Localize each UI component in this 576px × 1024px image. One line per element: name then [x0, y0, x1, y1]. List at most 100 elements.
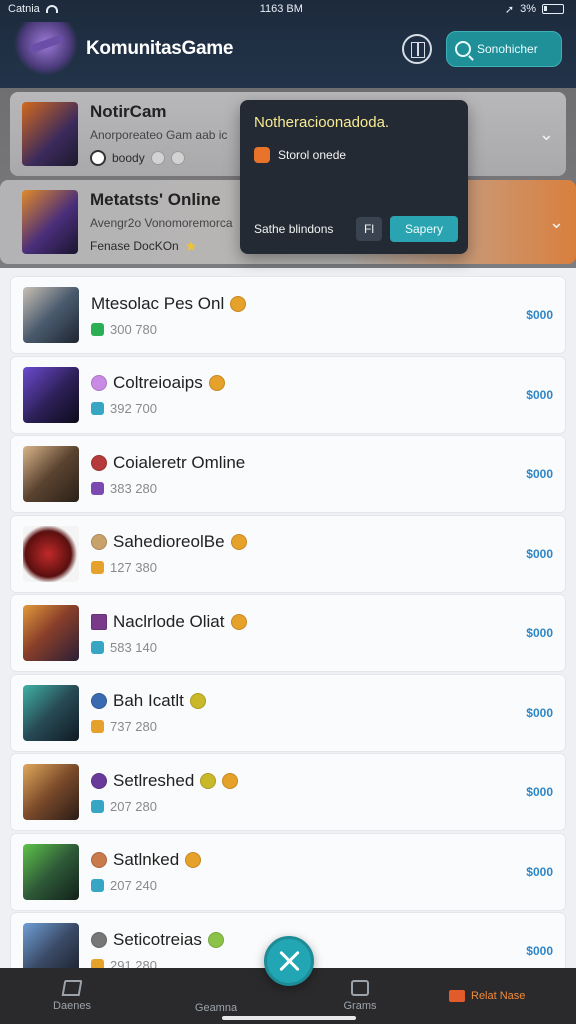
coin-badge-icon [189, 693, 206, 709]
coin-badge-icon [230, 613, 247, 630]
chevron-down-icon[interactable]: ⌄ [539, 124, 554, 145]
players-icon [91, 322, 104, 336]
list-item[interactable]: Setlreshed 207 280 $000 [10, 753, 566, 831]
players-icon [91, 879, 104, 892]
genre-icon [91, 772, 107, 789]
game-thumbnail [23, 605, 79, 661]
search-button-label: Sonohicher [477, 42, 538, 56]
gear-icon [150, 151, 165, 165]
price-label[interactable]: $000 [526, 785, 553, 799]
coin-badge-icon [230, 534, 247, 550]
genre-icon [91, 613, 107, 630]
gear-icon [170, 151, 185, 165]
popover-action-button[interactable]: Sapery [390, 216, 458, 242]
status-bar: Catnia 1163 BM ➚ 3% [0, 0, 576, 18]
game-name: SahedioreolBe [113, 532, 225, 551]
game-name: Coltreioaips [113, 373, 203, 392]
game-name: Satlnked [113, 850, 180, 869]
price-label[interactable]: $000 [526, 467, 553, 481]
game-list: Mtesolac Pes Onl 300 780 $000 Coltreioai… [10, 276, 566, 992]
list-item[interactable]: Satlnked 207 240 $000 [10, 832, 566, 911]
players-icon [91, 720, 104, 733]
game-stats: 127 380 [110, 560, 157, 575]
battery-icon [541, 4, 564, 14]
game-thumbnail [23, 843, 79, 900]
coin-badge-icon [230, 295, 247, 312]
game-thumbnail [23, 287, 79, 343]
genre-icon [91, 375, 107, 391]
price-label[interactable]: $000 [526, 706, 553, 720]
genre-icon [91, 454, 107, 471]
coin-badge-icon [207, 931, 224, 948]
close-fab-button[interactable] [264, 936, 314, 986]
search-icon [455, 41, 471, 57]
price-label[interactable]: $000 [526, 308, 553, 322]
popover-item-label: Storol onede [278, 148, 347, 162]
players-icon [91, 402, 104, 415]
game-stats: 383 280 [110, 480, 157, 496]
time-label: 1163 BM [259, 3, 303, 15]
coin-badge-icon [185, 852, 202, 868]
game-name: Setlreshed [113, 770, 195, 790]
notification-icon [254, 147, 270, 163]
game-thumbnail [23, 764, 79, 820]
price-label[interactable]: $000 [526, 865, 553, 879]
list-item[interactable]: Naclrlode Oliat 583 140 $000 [10, 594, 566, 672]
game-name: Naclrlode Oliat [113, 611, 225, 631]
popover-key-button[interactable]: Fl [356, 217, 382, 241]
list-item[interactable]: SahedioreolBe 127 380 $000 [10, 514, 566, 593]
tab-label: Geamna [194, 1002, 238, 1014]
tab-daenes[interactable]: Daenes [17, 980, 127, 1012]
price-label[interactable]: $000 [526, 626, 553, 640]
price-label[interactable]: $000 [526, 388, 553, 402]
game-thumbnail [23, 366, 79, 423]
price-label[interactable]: $000 [526, 944, 553, 958]
game-name: Bah Icatlt [113, 691, 184, 710]
game-name: Seticotreias [113, 929, 202, 949]
list-item[interactable]: Coialeretr Omline 383 280 $000 [10, 435, 566, 513]
players-icon [91, 799, 104, 813]
tab-geamna[interactable]: Geamna [161, 978, 271, 1014]
players-icon [91, 640, 104, 654]
players-icon [91, 561, 104, 574]
tab-relat-nase[interactable]: Relat Nase [449, 990, 559, 1002]
game-stats: 392 700 [110, 401, 157, 416]
tag-icon [449, 990, 465, 1002]
genre-icon [91, 931, 107, 948]
carrier-label: Catnia [8, 3, 40, 15]
featured-meta: boody [112, 151, 145, 165]
game-thumbnail [23, 525, 79, 582]
game-thumbnail [22, 190, 78, 254]
game-stats: 737 280 [110, 719, 157, 734]
box-icon [351, 980, 369, 996]
game-thumbnail [23, 684, 79, 741]
genre-icon [91, 852, 107, 868]
tab-label: Daenes [53, 1000, 91, 1012]
home-indicator [222, 1016, 356, 1020]
coin-badge-icon [208, 375, 225, 391]
notification-popover: Notheracioonadoda. Storol onede Sathe bl… [240, 100, 468, 254]
star-icon: ★ [184, 237, 198, 254]
wifi-icon [45, 5, 58, 13]
popover-item[interactable]: Storol onede [254, 147, 454, 163]
players-icon [91, 481, 104, 495]
price-label[interactable]: $000 [526, 547, 553, 561]
location-icon: ➚ [504, 3, 515, 16]
popover-footer-label: Sathe blindons [254, 222, 334, 236]
game-name: Mtesolac Pes Onl [91, 293, 225, 313]
coin-badge-icon [200, 772, 217, 789]
battery-label: 3% [520, 3, 536, 15]
chevron-down-icon[interactable]: ⌄ [549, 212, 564, 233]
coin-badge-icon [222, 772, 239, 789]
genre-icon [91, 534, 107, 550]
list-item[interactable]: Mtesolac Pes Onl 300 780 $000 [10, 276, 566, 354]
grid-view-icon[interactable] [402, 34, 432, 64]
list-item[interactable]: Bah Icatlt 737 280 $000 [10, 673, 566, 752]
search-button[interactable]: Sonohicher [446, 31, 562, 67]
tab-label: Grams [343, 1000, 377, 1012]
tab-grams[interactable]: Grams [305, 980, 415, 1012]
game-stats: 300 780 [110, 321, 157, 337]
list-item[interactable]: Coltreioaips 392 700 $000 [10, 355, 566, 434]
home-icon [61, 980, 83, 996]
genre-icon [91, 693, 107, 709]
